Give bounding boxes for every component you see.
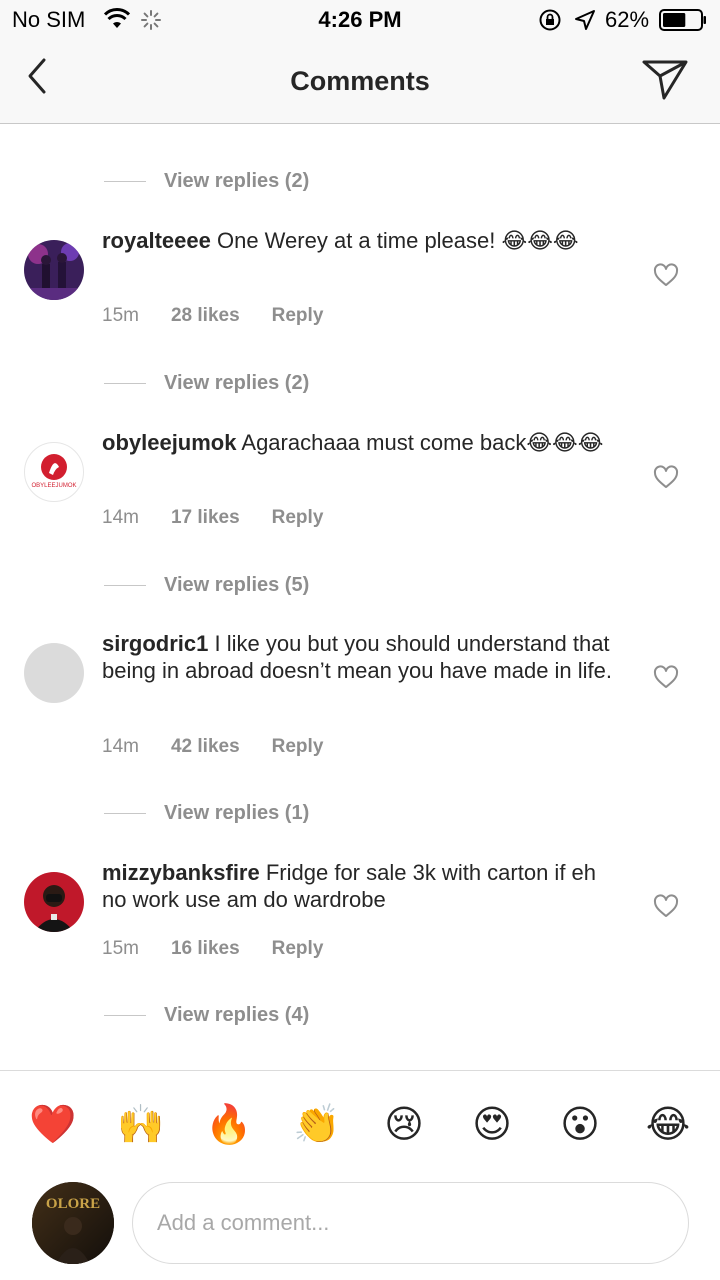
comment-body: sirgodric1 I like you but you should und… <box>102 630 622 684</box>
view-replies-link[interactable]: View replies (2) <box>104 166 309 196</box>
fire-emoji-button[interactable]: 🔥 <box>205 1101 252 1147</box>
status-bar: No SIM 4:26 PM 62% <box>0 0 720 40</box>
comment-meta: 14m 42 likes Reply <box>102 736 355 758</box>
view-replies-link[interactable]: View replies (5) <box>104 570 309 600</box>
heart-emoji-button[interactable]: ❤️ <box>29 1101 76 1147</box>
comment-username[interactable]: obyleejumok <box>102 430 236 455</box>
divider <box>104 382 146 384</box>
divider <box>104 812 146 814</box>
view-replies-link[interactable]: View replies (4) <box>104 1000 309 1030</box>
like-heart-icon[interactable] <box>653 665 679 689</box>
surprised-emoji-button[interactable]: 😮 <box>557 1101 603 1147</box>
comment-time: 15m <box>102 938 139 959</box>
crying-emoji-button[interactable]: 😢 <box>381 1101 427 1147</box>
comment-meta: 14m 17 likes Reply <box>102 507 355 529</box>
reply-button[interactable]: Reply <box>272 938 324 960</box>
comment-text: Agarachaaa must come back😂😂😂 <box>241 430 604 455</box>
send-direct-button[interactable] <box>640 56 690 102</box>
rotation-lock-icon <box>539 9 561 31</box>
svg-text:OBYLEEJUMOK: OBYLEEJUMOK <box>31 483 76 489</box>
divider <box>104 1014 146 1016</box>
comment-likes[interactable]: 16 likes <box>171 938 240 960</box>
divider <box>104 584 146 586</box>
comment-username[interactable]: sirgodric1 <box>102 631 208 656</box>
comment-time: 15m <box>102 305 139 326</box>
comment-likes[interactable]: 17 likes <box>171 507 240 529</box>
comment-composer: OLORE <box>0 1174 720 1280</box>
raising-hands-emoji-button[interactable]: 🙌 <box>117 1101 164 1147</box>
party-photo-icon <box>24 240 84 300</box>
comment-username[interactable]: royalteeee <box>102 228 211 253</box>
reply-button[interactable]: Reply <box>272 736 324 758</box>
heart-eyes-emoji-button[interactable]: 😍 <box>469 1101 515 1147</box>
avatar[interactable] <box>24 240 84 300</box>
comment-body: royalteeee One Werey at a time please! 😂… <box>102 227 622 254</box>
comment-username[interactable]: mizzybanksfire <box>102 860 260 885</box>
comment-body: mizzybanksfire Fridge for sale 3k with c… <box>102 859 622 913</box>
view-replies-link[interactable]: View replies (1) <box>104 798 309 828</box>
quick-emoji-bar: ❤️ 🙌 🔥 👏 😢 😍 😮 😂 <box>0 1070 720 1174</box>
reply-button[interactable]: Reply <box>272 507 324 529</box>
location-arrow-icon <box>575 10 595 30</box>
avatar[interactable] <box>24 872 84 932</box>
comment-likes[interactable]: 28 likes <box>171 305 240 327</box>
svg-text:OLORE: OLORE <box>46 1196 100 1212</box>
avatar-placeholder[interactable] <box>24 643 84 703</box>
like-heart-icon[interactable] <box>653 465 679 489</box>
laughing-emoji-button[interactable]: 😂 <box>645 1101 691 1147</box>
brand-logo-icon: OBYLEEJUMOK <box>31 454 77 489</box>
comment-input[interactable] <box>132 1182 689 1264</box>
comment-text: One Werey at a time please! 😂😂😂 <box>216 228 579 253</box>
battery-icon <box>659 9 706 31</box>
divider <box>104 180 146 182</box>
my-avatar: OLORE <box>32 1182 114 1264</box>
avatar[interactable]: OBYLEEJUMOK <box>24 442 84 502</box>
comment-body: obyleejumok Agarachaaa must come back😂😂😂 <box>102 429 622 456</box>
battery-percent: 62% <box>605 7 650 32</box>
profile-photo-icon <box>24 872 84 932</box>
nav-bar: Comments <box>0 40 720 124</box>
comment-meta: 15m 16 likes Reply <box>102 938 355 960</box>
like-heart-icon[interactable] <box>653 263 679 287</box>
comment-meta: 15m 28 likes Reply <box>102 305 355 327</box>
reply-button[interactable]: Reply <box>272 305 324 327</box>
view-replies-link[interactable]: View replies (2) <box>104 368 309 398</box>
page-title: Comments <box>290 66 430 96</box>
like-heart-icon[interactable] <box>653 894 679 918</box>
album-art-icon: OLORE <box>32 1182 114 1264</box>
comment-time: 14m <box>102 736 139 757</box>
comments-list: View replies (2) royalteeee One Werey at… <box>0 124 720 1070</box>
comment-time: 14m <box>102 507 139 528</box>
comment-likes[interactable]: 42 likes <box>171 736 240 758</box>
clapping-emoji-button[interactable]: 👏 <box>293 1101 340 1147</box>
